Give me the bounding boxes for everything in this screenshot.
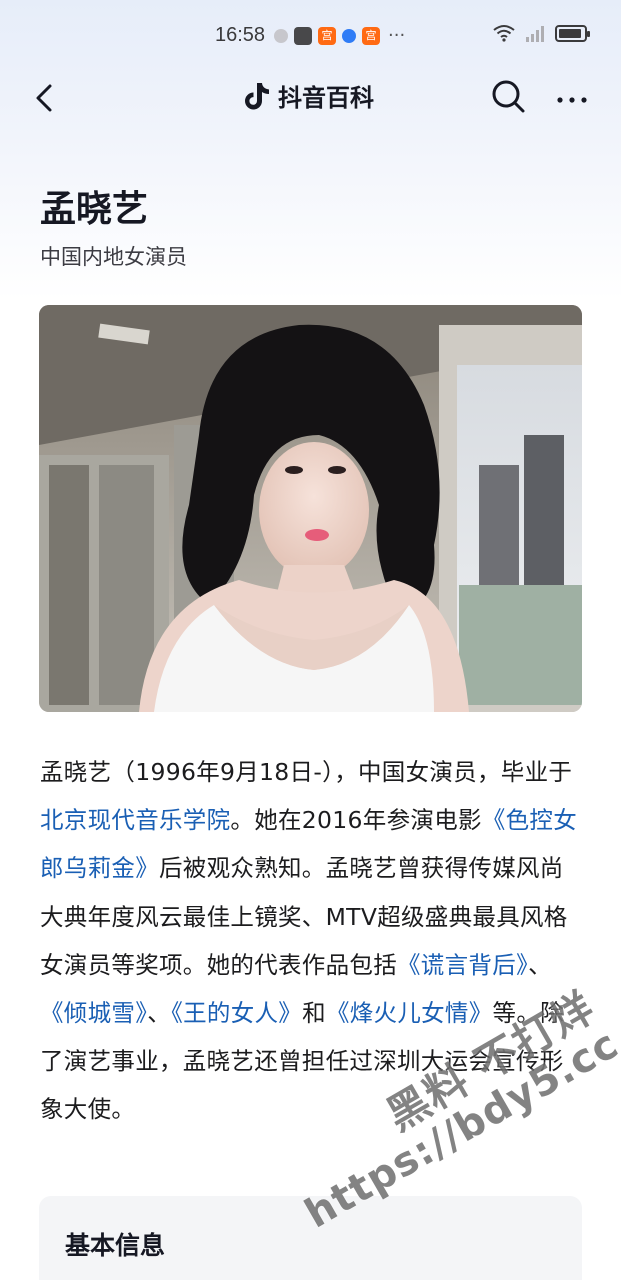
entry-subtitle: 中国内地女演员 <box>40 245 187 269</box>
more-horizontal-icon <box>557 97 587 103</box>
search-icon <box>492 80 525 113</box>
entry-title: 孟晓艺 <box>40 189 149 230</box>
intro-link[interactable]: 《倾城雪》 <box>40 999 147 1027</box>
chevron-left-icon <box>36 84 52 112</box>
intro-paragraph: 孟晓艺（1996年9月18日-），中国女演员，毕业于北京现代音乐学院。她在201… <box>40 748 585 1134</box>
intro-text: 孟晓艺（1996年9月18日-），中国女演员，毕业于 <box>40 758 573 786</box>
intro-link[interactable]: 北京现代音乐学院 <box>40 806 230 834</box>
wifi-icon <box>493 25 515 42</box>
intro-text: 、 <box>528 950 552 979</box>
signal-icon <box>526 26 544 42</box>
status-time: 16:58 <box>215 24 266 46</box>
intro-link[interactable]: 《烽火儿女情》 <box>326 999 493 1027</box>
nav-bar: 抖音百科 <box>0 70 621 120</box>
intro-link[interactable]: 《谎言背后》 <box>397 951 528 979</box>
status-system-icons <box>493 24 590 42</box>
basic-info-card[interactable]: 基本信息 <box>39 1196 582 1280</box>
more-options-button[interactable] <box>552 76 592 116</box>
intro-text: 、 <box>147 999 172 1028</box>
notification-icon <box>274 28 288 43</box>
page-content: 孟晓艺 中国内地女演员 孟晓艺（1996年9月18日-），中国女演员，毕业于北京… <box>0 0 621 1280</box>
portrait-image <box>39 305 582 712</box>
intro-link[interactable]: 《王的女人》 <box>171 999 302 1027</box>
app-badge-icon: 宫 <box>362 26 380 45</box>
brand-logo: 抖音百科 <box>244 78 374 113</box>
message-icon <box>294 26 312 45</box>
status-bar: 16:58 宫 宫 ··· <box>0 0 621 70</box>
hero-photo[interactable] <box>39 305 582 712</box>
battery-icon <box>555 24 590 42</box>
browser-icon <box>342 28 356 43</box>
search-button[interactable] <box>488 76 528 116</box>
intro-text: 。她在2016年参演电影 <box>230 806 482 835</box>
status-notification-icons: 宫 宫 ··· <box>274 25 405 46</box>
app-badge-icon: 宫 <box>318 26 336 45</box>
douyin-logo-icon <box>245 82 269 109</box>
intro-text: 和 <box>302 999 326 1028</box>
brand-name: 抖音百科 <box>278 84 374 112</box>
status-more-icon: ··· <box>388 25 406 46</box>
back-button[interactable] <box>28 76 68 116</box>
basic-info-title: 基本信息 <box>65 1231 166 1260</box>
